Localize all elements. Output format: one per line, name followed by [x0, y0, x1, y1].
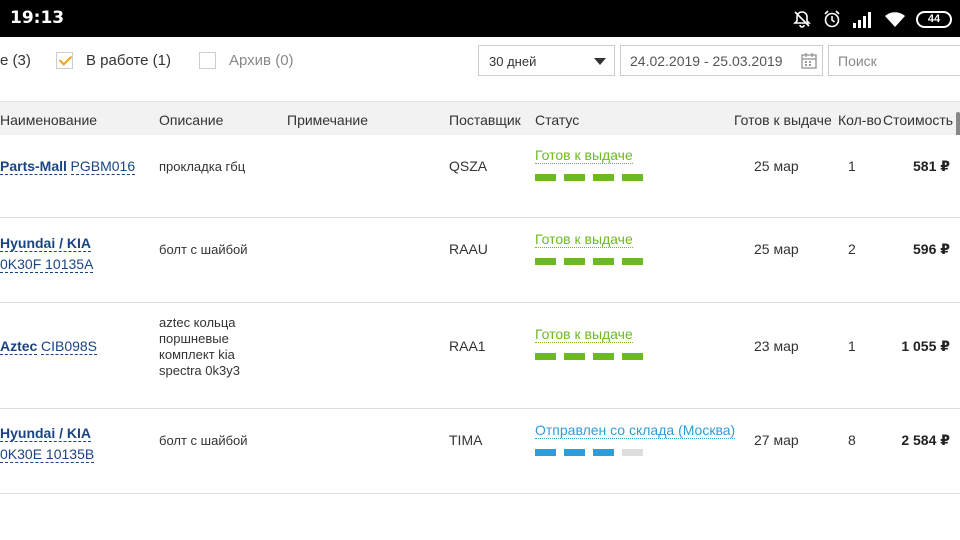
supplier: TIMA	[449, 432, 483, 448]
progress-step	[535, 174, 556, 181]
table-header: Наименование Описание Примечание Поставщ…	[0, 101, 960, 135]
status-progress	[535, 449, 735, 456]
table-row[interactable]: Hyundai / KIA 0K30F 10135A болт с шайбой…	[0, 219, 960, 303]
quantity: 2	[848, 241, 856, 257]
quantity: 1	[848, 158, 856, 174]
filter-bar: е (3) В работе (1) Архив (0) 30 дней 24.…	[0, 37, 960, 100]
progress-step	[564, 449, 585, 456]
notifications-off-icon	[792, 9, 812, 29]
column-header-qty[interactable]: Кол-во	[838, 112, 882, 128]
cost: 2 584 ₽	[901, 432, 950, 448]
part-code-link[interactable]: CIB098S	[40, 338, 98, 355]
part-description: прокладка гбц	[159, 159, 246, 174]
date-range-value: 24.02.2019 - 25.03.2019	[630, 53, 783, 69]
part-description: болт с шайбой	[159, 242, 248, 257]
search-placeholder: Поиск	[838, 53, 877, 69]
column-header-description[interactable]: Описание	[159, 112, 223, 128]
column-header-ready[interactable]: Готов к выдаче	[734, 112, 832, 128]
quantity: 1	[848, 338, 856, 354]
progress-step	[622, 258, 643, 265]
ready-date: 25 мар	[754, 241, 799, 257]
status-label[interactable]: Отправлен со склада (Москва)	[535, 422, 736, 439]
quantity: 8	[848, 432, 856, 448]
progress-step	[622, 174, 643, 181]
supplier: RAAU	[449, 241, 488, 257]
column-header-note[interactable]: Примечание	[287, 112, 368, 128]
status-progress	[535, 174, 643, 181]
progress-step	[535, 449, 556, 456]
status-icons: 44	[792, 8, 952, 30]
progress-step	[535, 353, 556, 360]
filter-all-label: е (3)	[0, 51, 31, 69]
column-header-status[interactable]: Статус	[535, 112, 579, 128]
progress-step	[564, 258, 585, 265]
ready-date: 23 мар	[754, 338, 799, 354]
signal-icon	[852, 10, 874, 28]
progress-step	[535, 258, 556, 265]
part-code-link[interactable]: 0K30E 10135B	[0, 446, 95, 463]
calendar-icon[interactable]	[800, 52, 818, 73]
progress-step	[593, 449, 614, 456]
progress-step	[593, 353, 614, 360]
period-select-value: 30 дней	[489, 54, 537, 69]
part-name: Parts-Mall PGBM016	[0, 158, 136, 175]
brand-link[interactable]: Hyundai / KIA	[0, 235, 92, 252]
status-progress	[535, 258, 643, 265]
table-row[interactable]: Hyundai / KIA 0K30E 10135B болт с шайбой…	[0, 410, 960, 494]
column-header-supplier[interactable]: Поставщик	[449, 112, 521, 128]
date-range-field[interactable]: 24.02.2019 - 25.03.2019	[620, 45, 823, 76]
part-code-link[interactable]: PGBM016	[70, 158, 136, 175]
part-name: Aztec CIB098S	[0, 338, 98, 355]
part-name: Hyundai / KIA 0K30F 10135A	[0, 233, 94, 275]
filter-archive[interactable]: Архив (0)	[199, 50, 294, 70]
part-code-link[interactable]: 0K30F 10135A	[0, 256, 94, 273]
progress-step	[564, 353, 585, 360]
status-label[interactable]: Готов к выдаче	[535, 326, 633, 343]
ready-date: 25 мар	[754, 158, 799, 174]
status-time: 19:13	[10, 8, 65, 28]
progress-step	[622, 449, 643, 456]
brand-link[interactable]: Aztec	[0, 338, 38, 355]
progress-step	[622, 353, 643, 360]
archive-checkbox[interactable]	[199, 51, 216, 69]
ready-date: 27 мар	[754, 432, 799, 448]
status-label[interactable]: Готов к выдаче	[535, 231, 633, 248]
supplier: QSZA	[449, 158, 488, 174]
part-description: болт с шайбой	[159, 433, 248, 448]
table-row[interactable]: Aztec CIB098S aztec кольца поршневые ком…	[0, 304, 960, 409]
status-progress	[535, 353, 643, 360]
table-row[interactable]: Parts-Mall PGBM016 прокладка гбц QSZA Го…	[0, 135, 960, 218]
filter-archive-label: Архив (0)	[229, 51, 294, 69]
order-status: Отправлен со склада (Москва)	[535, 422, 736, 456]
progress-step	[564, 174, 585, 181]
status-bar: 19:13 44	[0, 0, 960, 37]
part-description: aztec кольца поршневые комплект kia spec…	[159, 315, 240, 378]
cost: 596 ₽	[913, 241, 950, 257]
search-input[interactable]: Поиск	[828, 45, 960, 76]
order-status: Готов к выдаче	[535, 326, 643, 360]
order-status: Готов к выдаче	[535, 231, 643, 265]
wifi-icon	[884, 10, 906, 28]
status-label[interactable]: Готов к выдаче	[535, 147, 633, 164]
chevron-down-icon	[594, 58, 606, 65]
in-work-checkbox[interactable]	[56, 51, 73, 69]
battery-icon: 44	[916, 10, 952, 28]
progress-step	[593, 174, 614, 181]
column-header-name[interactable]: Наименование	[0, 112, 97, 128]
filter-all[interactable]: е (3)	[0, 50, 31, 70]
brand-link[interactable]: Hyundai / KIA	[0, 425, 92, 442]
brand-link[interactable]: Parts-Mall	[0, 158, 67, 175]
order-status: Готов к выдаче	[535, 147, 643, 181]
supplier: RAA1	[449, 338, 486, 354]
part-name: Hyundai / KIA 0K30E 10135B	[0, 423, 95, 465]
cost: 1 055 ₽	[901, 338, 950, 354]
progress-step	[593, 258, 614, 265]
period-select[interactable]: 30 дней	[478, 45, 615, 76]
filter-in-work[interactable]: В работе (1)	[56, 50, 171, 70]
alarm-icon	[822, 9, 842, 29]
filter-in-work-label: В работе (1)	[86, 51, 172, 69]
cost: 581 ₽	[913, 158, 950, 174]
column-header-cost[interactable]: Стоимость	[883, 112, 953, 128]
